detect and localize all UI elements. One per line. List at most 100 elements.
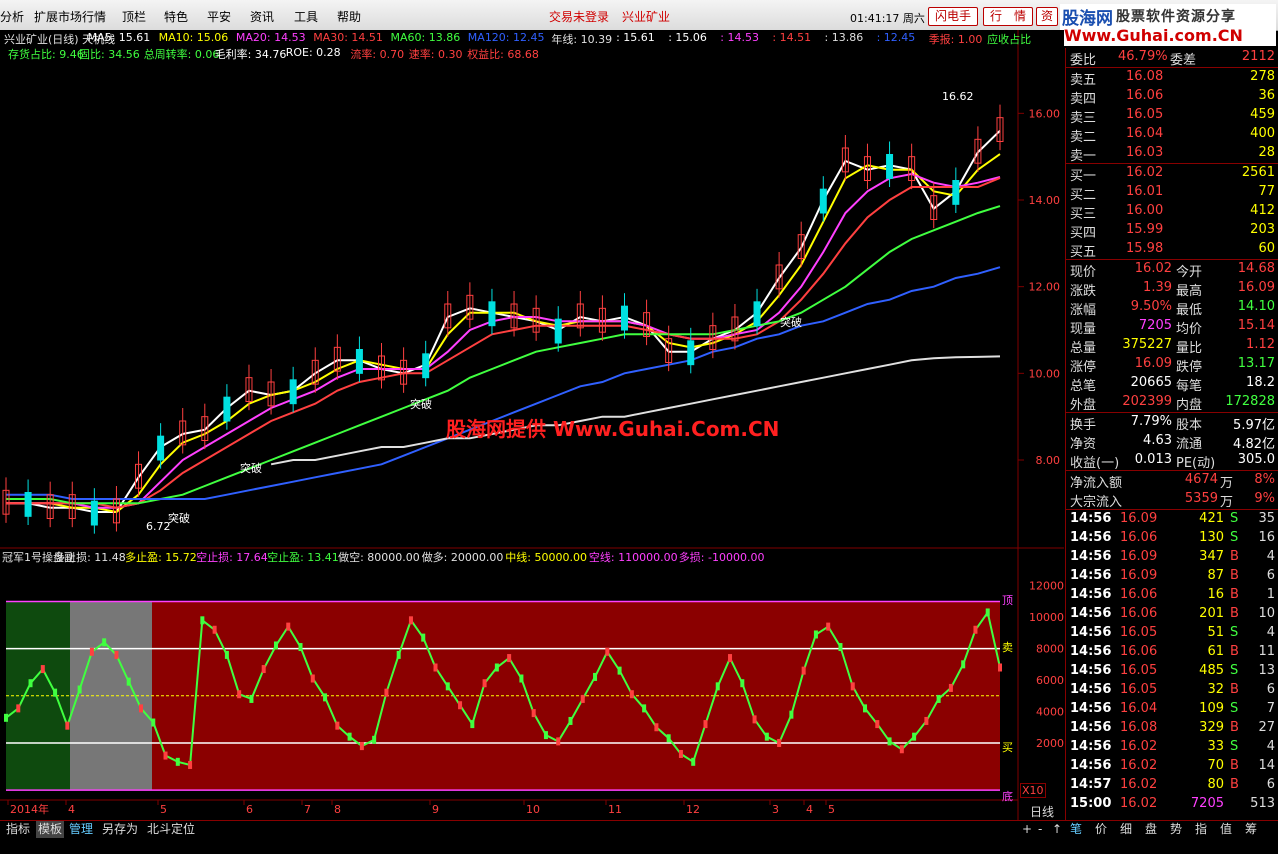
chart-area[interactable]: 16.00 14.00 12.00 10.00 8.00 12000 10000 8000 6… (0, 30, 1064, 820)
buy-row-4: 买五 15.98 60 (1066, 240, 1278, 260)
info-button[interactable]: 资 (1036, 7, 1058, 26)
tick-direction: B (1230, 606, 1239, 621)
right-tab-1[interactable]: 价 (1095, 821, 1107, 838)
tick-count: 6 (1266, 777, 1275, 792)
tick-price: 16.05 (1120, 625, 1158, 640)
stat-label-2: 均价 (1176, 322, 1203, 337)
tick-price: 16.04 (1120, 701, 1158, 716)
menu-news[interactable]: 资讯 (250, 8, 274, 25)
tick-row-5: 14:56 16.06 201 B 10 (1066, 605, 1278, 624)
tick-price: 16.05 (1120, 663, 1158, 678)
period-label[interactable]: 日线 (1030, 803, 1054, 820)
tab-save-as[interactable]: 另存为 (100, 821, 140, 838)
info1-item-13: : 12.45 (876, 31, 916, 44)
menu-special[interactable]: 特色 (164, 8, 188, 25)
nav-plus[interactable]: + (1022, 821, 1032, 838)
indicator-bar (249, 694, 254, 703)
sell-qty: 400 (1250, 126, 1275, 141)
tick-price: 16.09 (1120, 549, 1158, 564)
logo-slogan: 股票软件资源分享 (1116, 9, 1236, 25)
indicator-bar (580, 694, 585, 703)
menu-help[interactable]: 帮助 (337, 8, 361, 25)
price-ticks: 16.00 14.00 12.00 10.00 8.00 (1018, 107, 1060, 467)
menu-top-bar[interactable]: 顶栏 (122, 8, 146, 25)
indicator-tick-label: 12000 (1029, 580, 1064, 593)
indicator-bar (728, 654, 733, 663)
tick-time: 14:56 (1070, 720, 1112, 735)
tick-time: 15:00 (1070, 796, 1112, 811)
stat-label-2: 今开 (1176, 265, 1203, 280)
month-tick-label: 6 (246, 803, 253, 816)
info1-item-12: : 13.86 (824, 31, 864, 44)
flow-row-0: 净流入额 4674 万 8% (1066, 471, 1278, 491)
right-tab-3[interactable]: 盘 (1145, 821, 1157, 838)
indicator-bar (593, 672, 598, 681)
ind-item-9: 多损: -10000.00 (678, 551, 765, 564)
flash-trade-button[interactable]: 闪电手 (928, 7, 978, 26)
menu-extended-market[interactable]: 扩展市场行情 (34, 8, 106, 25)
indicator-bar (912, 732, 917, 741)
indicator-tick-label: 6000 (1036, 674, 1064, 687)
indicator-bar (335, 721, 340, 730)
tab-manage[interactable]: 管理 (67, 821, 95, 838)
high-label: 16.62 (942, 90, 974, 103)
indicator-tick-label: 10000 (1029, 611, 1064, 624)
right-tab-7[interactable]: 筹 (1245, 821, 1257, 838)
right-tab-5[interactable]: 指 (1195, 821, 1207, 838)
indicator-bar (556, 737, 561, 746)
right-tab-0[interactable]: 笔 (1070, 821, 1082, 838)
flow-pct: 9% (1254, 491, 1275, 506)
tick-time: 14:56 (1070, 568, 1112, 583)
label-buy: 买 (1002, 741, 1013, 754)
buy-label: 买四 (1070, 226, 1097, 241)
watermark: 股海网提供 Www.Guhai.Com.CN (446, 417, 780, 441)
stat-row-2: 涨幅 9.50% 最低 14.10 (1066, 298, 1278, 318)
right-tab-2[interactable]: 细 (1120, 821, 1132, 838)
tick-time: 14:56 (1070, 587, 1112, 602)
tick-direction: S (1230, 701, 1239, 716)
info2-item-2: 总周转率: 0.06 (143, 48, 220, 61)
sell-row-2: 卖三 16.05 459 (1066, 106, 1278, 126)
info1-item-6: MA120: 12.45 (467, 31, 545, 44)
nav-minus[interactable]: - (1038, 821, 1042, 838)
stat-label-2: 最低 (1176, 303, 1203, 318)
tick-price: 16.08 (1120, 720, 1158, 735)
tab-beidou[interactable]: 北斗定位 (145, 821, 197, 838)
zoom-label[interactable]: X10 (1020, 783, 1046, 798)
tab-template[interactable]: 模板 (36, 821, 65, 838)
login-status[interactable]: 交易未登录 (549, 8, 609, 25)
menu-tools[interactable]: 工具 (294, 8, 318, 25)
ma-line-MA60 (6, 205, 1001, 505)
finance-row-1: 净资 4.63 流通 4.82亿 (1066, 432, 1278, 452)
tick-count: 4 (1266, 739, 1275, 754)
month-tick-label: 5 (160, 803, 167, 816)
weicha-label: 委差 (1170, 53, 1197, 68)
quote-button[interactable]: 行 情 (983, 7, 1033, 26)
indicator-bar (703, 720, 708, 729)
tick-volume: 201 (1199, 606, 1224, 621)
indicator-bar (65, 721, 70, 730)
tab-indicator[interactable]: 指标 (4, 821, 32, 838)
indicator-bar (310, 674, 315, 683)
tick-time: 14:56 (1070, 606, 1112, 621)
menu-analysis[interactable]: 分析 (0, 8, 24, 25)
buy-price: 16.02 (1126, 165, 1164, 180)
tick-row-12: 14:56 16.02 33 S 4 (1066, 738, 1278, 757)
month-tick-label: 4 (806, 803, 813, 816)
indicator-bar (838, 643, 843, 652)
tick-count: 13 (1258, 663, 1275, 678)
right-tab-4[interactable]: 势 (1170, 821, 1182, 838)
indicator-bar (752, 715, 757, 724)
flow-label: 大宗流入 (1070, 495, 1123, 510)
buy-price: 16.01 (1126, 184, 1164, 199)
menu-pingan[interactable]: 平安 (207, 8, 231, 25)
right-tab-6[interactable]: 值 (1220, 821, 1232, 838)
stat-row-4: 总量 375227 量比 1.12 (1066, 336, 1278, 356)
stat-value: 9.50% (1130, 299, 1172, 314)
candle-body (620, 305, 628, 331)
sell-row-1: 卖四 16.06 36 (1066, 87, 1278, 107)
indicator-bar (494, 663, 499, 672)
month-tick-label: 5 (828, 803, 835, 816)
indicator-bar (433, 663, 438, 672)
nav-up[interactable]: ↑ (1052, 821, 1062, 838)
